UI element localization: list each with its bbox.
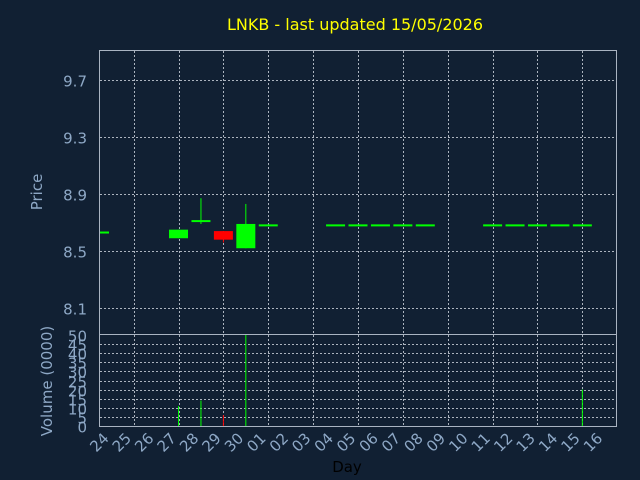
candle-body [415, 224, 435, 227]
candle-body [100, 231, 109, 234]
candle-body [483, 224, 503, 227]
candle-body [505, 224, 525, 227]
price-axis-label: Price [28, 174, 46, 211]
candle-body [572, 224, 592, 227]
candle-body [191, 220, 211, 223]
price-tick-label: 8.5 [63, 244, 87, 262]
candle-body [370, 224, 390, 227]
price-tick-label: 8.9 [63, 187, 87, 205]
candle-body [348, 224, 368, 227]
volume-axis-label: Volume (0000) [38, 326, 56, 436]
chart-title: LNKB - last updated 15/05/2026 [227, 15, 483, 34]
candle-body [393, 224, 413, 227]
candle-body [550, 224, 570, 227]
stock-chart: LNKB - last updated 15/05/2026 8.1 8.5 8.9… [0, 0, 640, 480]
candle-body [258, 224, 278, 227]
candle-body [213, 231, 233, 240]
x-axis-label: Day [332, 458, 362, 476]
price-tick-label: 8.1 [63, 301, 87, 319]
price-tick-label: 9.3 [63, 130, 87, 148]
volume-tick-label: 50 [68, 328, 87, 346]
candle-body [527, 224, 547, 227]
candle-body [236, 223, 256, 249]
price-tick-label: 9.7 [63, 73, 87, 91]
candle-body [169, 229, 189, 239]
candle-body [326, 224, 346, 227]
